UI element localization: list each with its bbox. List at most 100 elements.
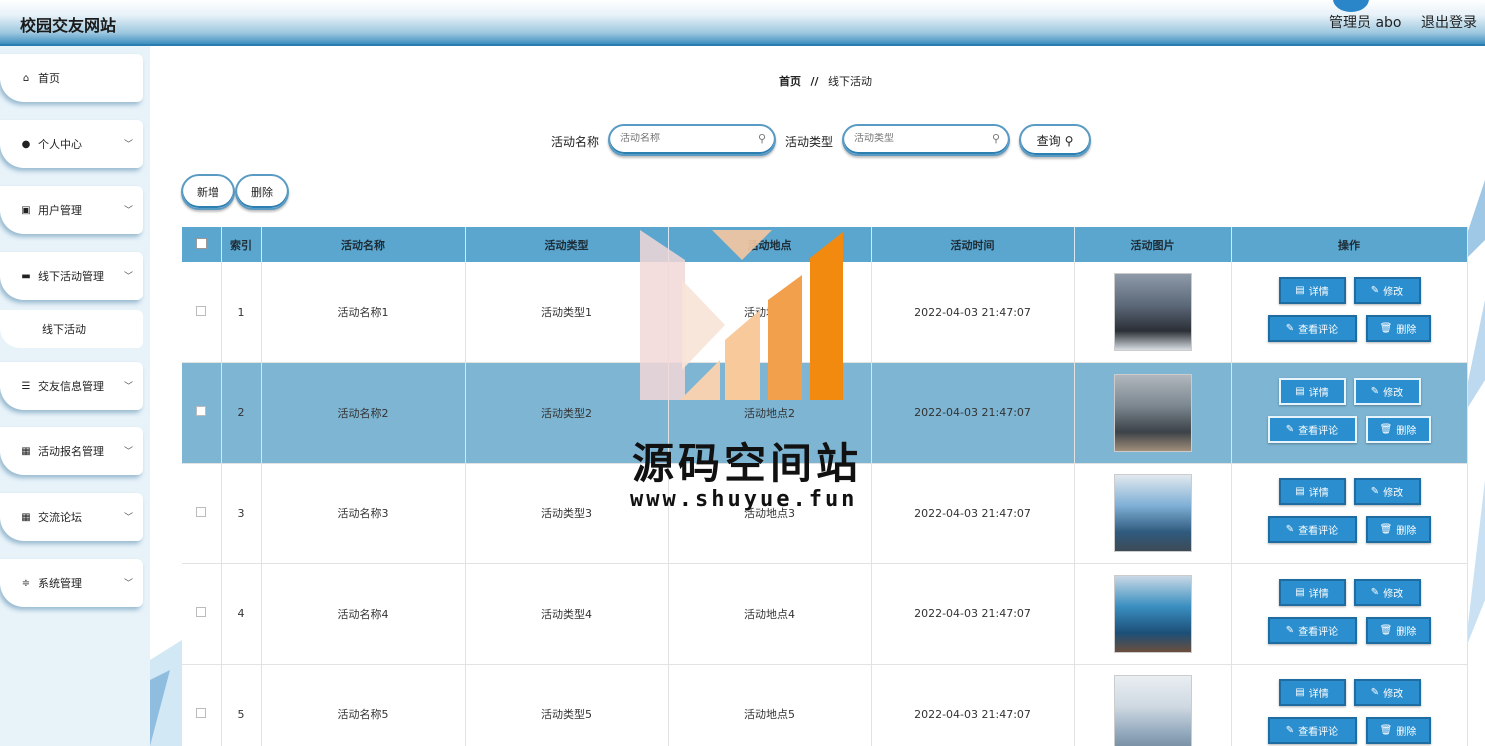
view-comments-button[interactable]: ✎ 查看评论 [1267, 415, 1357, 443]
breadcrumb: 首页 // 线下活动 [779, 73, 872, 89]
type-cell: 活动类型4 [465, 563, 669, 665]
delete-button[interactable]: 🗑 删除 [1365, 717, 1431, 745]
detail-button[interactable]: ▤ 详情 [1278, 277, 1346, 304]
row-checkbox[interactable] [196, 506, 207, 517]
sidebar-item-offline-activity-mgmt[interactable]: ▬ 线下活动管理 ﹀ [0, 252, 143, 300]
sidebar-item-label: 活动报名管理 [38, 445, 104, 458]
trash-icon: 🗑 [1379, 524, 1393, 536]
sidebar-item-label: 线下活动 [42, 323, 86, 336]
sidebar-item-forum[interactable]: ▦ 交流论坛 ﹀ [0, 493, 143, 541]
detail-button[interactable]: ▤ 详情 [1278, 578, 1346, 606]
index-cell: 1 [221, 262, 262, 363]
pencil-icon: ✎ [1285, 624, 1295, 636]
sidebar-item-dating-info[interactable]: ☰ 交友信息管理 ﹀ [0, 362, 143, 410]
type-cell: 活动类型1 [465, 262, 669, 363]
edit-button[interactable]: ✎ 修改 [1353, 277, 1421, 304]
detail-button-label: 详情 [1308, 387, 1329, 399]
row-select-cell[interactable] [182, 262, 222, 363]
chevron-down-icon: ﹀ [123, 272, 133, 282]
view-comments-button[interactable]: ✎ 查看评论 [1267, 616, 1357, 644]
activity-name-field[interactable]: ⚲ [608, 124, 776, 156]
sidebar-item-profile[interactable]: ● 个人中心 ﹀ [0, 120, 143, 168]
delete-button[interactable]: 🗑 删除 [1365, 516, 1431, 544]
breadcrumb-current: 线下活动 [828, 75, 873, 88]
grid-icon: ▦ [21, 511, 31, 523]
chevron-down-icon: ﹀ [123, 579, 133, 589]
activity-photo[interactable] [1113, 474, 1192, 553]
delete-button[interactable]: 🗑 删除 [1365, 415, 1431, 443]
activity-photo[interactable] [1113, 373, 1192, 452]
detail-button-label: 详情 [1308, 689, 1329, 701]
query-button-label: 查询 [1036, 134, 1061, 148]
edit-button[interactable]: ✎ 修改 [1353, 377, 1421, 405]
file-icon: ▤ [1295, 687, 1305, 699]
sidebar-item-label: 用户管理 [38, 204, 82, 217]
watermark-logo [640, 230, 843, 400]
pencil-icon: ✎ [1370, 687, 1380, 699]
detail-button[interactable]: ▤ 详情 [1278, 478, 1346, 506]
activity-photo[interactable] [1113, 574, 1192, 653]
activity-photo[interactable] [1113, 675, 1192, 746]
avatar[interactable] [1333, 0, 1369, 12]
time-cell: 2022-04-03 21:47:07 [871, 664, 1075, 746]
search-icon: ⚲ [757, 132, 766, 145]
sidebar-item-signup-mgmt[interactable]: ▦ 活动报名管理 ﹀ [0, 427, 143, 475]
delete-button[interactable]: 🗑 删除 [1365, 616, 1431, 644]
search-icon: ⚲ [991, 132, 1000, 145]
view-comments-button[interactable]: ✎ 查看评论 [1267, 717, 1357, 745]
activity-photo[interactable] [1113, 273, 1192, 351]
sidebar-subitem-offline-activity[interactable]: 线下活动 [0, 310, 143, 348]
chevron-down-icon: ﹀ [123, 206, 133, 216]
row-select-cell[interactable] [182, 362, 222, 464]
sidebar-item-system[interactable]: ≑ 系统管理 ﹀ [0, 559, 143, 607]
row-checkbox[interactable] [196, 305, 207, 316]
edit-button[interactable]: ✎ 修改 [1353, 679, 1421, 707]
row-select-cell[interactable] [182, 664, 222, 746]
sidebar-item-label: 交流论坛 [38, 511, 82, 524]
delete-button[interactable]: 🗑 删除 [1365, 315, 1431, 342]
batch-delete-button[interactable]: 删除 [235, 174, 289, 210]
table-row[interactable]: 4 活动名称4 活动类型4 活动地点4 2022-04-03 21:47:07 … [182, 563, 1468, 665]
row-actions: ▤ 详情 ✎ 修改 ✎ 查看评论 🗑 删除 [1232, 368, 1468, 458]
column-header: 活动时间 [871, 227, 1075, 262]
table-row[interactable]: 5 活动名称5 活动类型5 活动地点5 2022-04-03 21:47:07 … [182, 664, 1468, 746]
detail-button[interactable]: ▤ 详情 [1278, 377, 1346, 405]
time-cell: 2022-04-03 21:47:07 [871, 563, 1075, 665]
chevron-down-icon: ﹀ [123, 382, 133, 392]
row-checkbox[interactable] [196, 707, 207, 718]
sidebar-item-home[interactable]: ⌂ 首页 [0, 54, 143, 102]
add-button[interactable]: 新增 [181, 174, 235, 210]
edit-button[interactable]: ✎ 修改 [1353, 578, 1421, 606]
sidebar-item-users[interactable]: ▣ 用户管理 ﹀ [0, 186, 143, 234]
row-actions: ▤ 详情 ✎ 修改 ✎ 查看评论 🗑 删除 [1232, 267, 1468, 357]
detail-button[interactable]: ▤ 详情 [1278, 679, 1346, 707]
row-checkbox[interactable] [196, 406, 207, 417]
clipboard-icon: ▣ [21, 204, 31, 216]
activity-type-input[interactable] [854, 133, 984, 144]
row-select-cell[interactable] [182, 463, 222, 564]
trash-icon: 🗑 [1379, 323, 1393, 334]
grid-icon: ▦ [21, 445, 31, 457]
file-icon: ▤ [1295, 486, 1305, 498]
select-all-cell[interactable] [182, 227, 222, 262]
image-cell [1074, 664, 1232, 746]
watermark-title: 源码空间站 [632, 439, 863, 488]
delete-button-label: 删除 [1396, 727, 1417, 739]
pencil-icon: ✎ [1285, 423, 1295, 435]
column-header: 活动名称 [261, 227, 466, 262]
row-select-cell[interactable] [182, 563, 222, 665]
activity-name-input[interactable] [620, 133, 750, 144]
breadcrumb-home[interactable]: 首页 [779, 75, 801, 88]
list-icon: ☰ [21, 380, 31, 392]
edit-button[interactable]: ✎ 修改 [1353, 478, 1421, 506]
logout-link[interactable]: 退出登录 [1421, 12, 1477, 32]
select-all-checkbox[interactable] [195, 237, 207, 249]
view-comments-button[interactable]: ✎ 查看评论 [1267, 516, 1357, 544]
query-button[interactable]: 查询 ⚲ [1019, 124, 1091, 157]
row-checkbox[interactable] [196, 607, 207, 618]
time-cell: 2022-04-03 21:47:07 [871, 262, 1075, 363]
view-comments-button-label: 查看评论 [1298, 626, 1339, 638]
view-comments-button[interactable]: ✎ 查看评论 [1267, 315, 1357, 342]
activity-type-field[interactable]: ⚲ [842, 124, 1010, 156]
type-cell: 活动类型5 [465, 664, 669, 746]
